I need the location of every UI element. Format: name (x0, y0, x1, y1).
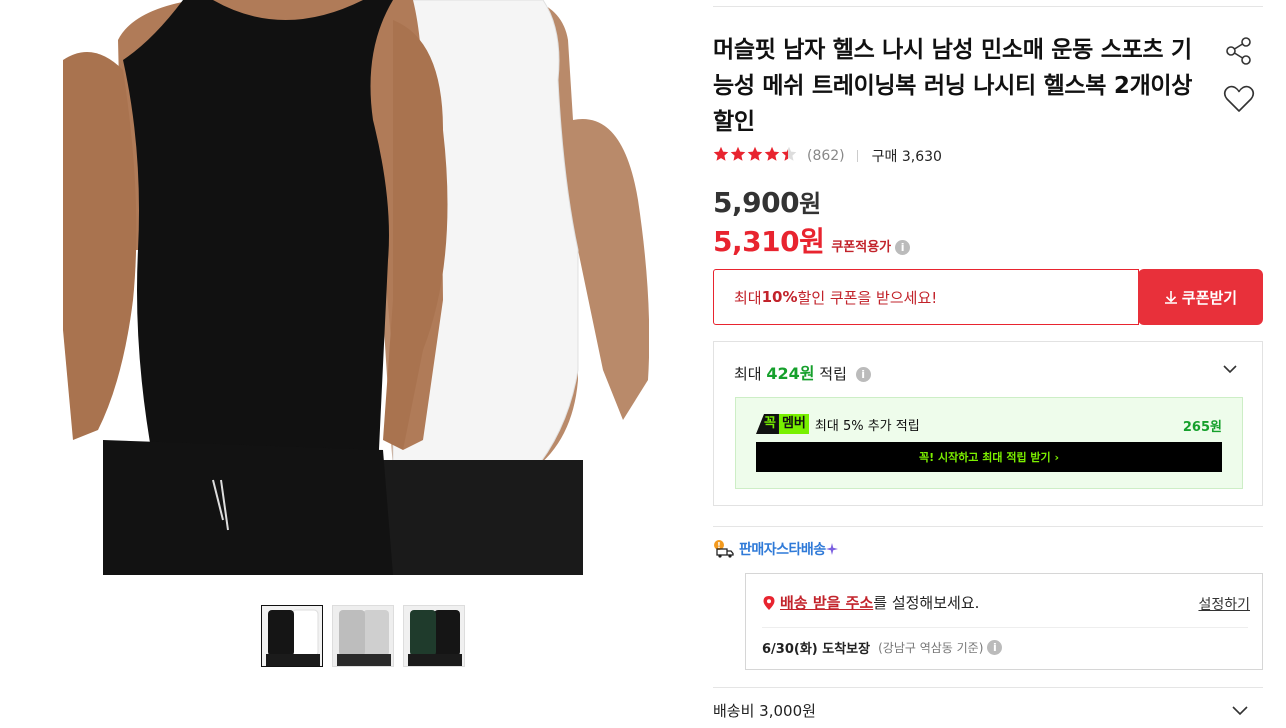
wishlist-button[interactable] (1222, 82, 1256, 116)
divider (713, 6, 1263, 7)
member-badge-part: 멤버 (778, 414, 809, 434)
review-count[interactable]: (862) (807, 148, 845, 164)
delivery-address-box: 배송 받을 주소 를 설정해보세요. 설정하기 6/30(화) 도착보장 (강남… (745, 573, 1263, 670)
purchase-count: 구매 3,630 (871, 149, 942, 165)
coupon-prefix: 최대 (734, 288, 762, 307)
arrival-date: 6/30(화) 도착보장 (762, 642, 871, 657)
sparkle-icon (825, 543, 838, 555)
coupon-banner: 최대 10% 할인 쿠폰을 받으세요! (713, 269, 1139, 325)
coupon-button-label: 쿠폰받기 (1181, 288, 1238, 307)
member-signup-button[interactable]: 꼭! 시작하고 최대 적립 받기 › (756, 442, 1222, 472)
arrival-guarantee: 6/30(화) 도착보장 (강남구 역삼동 기준) i (762, 638, 1003, 657)
product-main-image[interactable] (63, 0, 649, 575)
location-pin-icon (763, 595, 775, 610)
product-title: 머슬핏 남자 헬스 나시 남성 민소매 운동 스포츠 기능성 메쉬 트레이닝복 … (713, 37, 1193, 135)
thumbnail-image (333, 606, 393, 666)
thumbnail-2[interactable] (332, 605, 394, 667)
divider (762, 627, 1248, 628)
address-prompt: 배송 받을 주소 를 설정해보세요. (762, 592, 979, 613)
share-icon (1226, 37, 1251, 65)
product-photo (63, 0, 649, 575)
star-rating-icon (713, 146, 797, 161)
coupon-price: 5,310원 (713, 225, 825, 258)
thumbnail-strip (261, 605, 465, 667)
info-icon[interactable]: i (895, 240, 911, 255)
shipping-fee-expand-button[interactable] (1229, 700, 1251, 722)
points-panel: 최대 424원 적립 i 꼭 멤버 최대 5% 추가 적립 265원 꼭! 시작하… (713, 341, 1263, 506)
seller-star-delivery: ! 판매자스타배송 (713, 539, 838, 559)
download-arrow-icon (1164, 291, 1177, 304)
address-set-button[interactable]: 설정하기 (1198, 594, 1250, 614)
info-icon[interactable]: i (855, 367, 871, 382)
product-info-panel: 머슬핏 남자 헬스 나시 남성 민소매 운동 스포츠 기능성 메쉬 트레이닝복 … (713, 0, 1263, 728)
points-prefix: 최대 (734, 365, 767, 383)
price-amount: 5,900 (713, 186, 800, 219)
member-benefit-box: 꼭 멤버 최대 5% 추가 적립 265원 꼭! 시작하고 최대 적립 받기 › (735, 397, 1243, 489)
member-badge-part: 꼭 (756, 414, 779, 434)
rating-row: (862) 구매 3,630 (713, 146, 942, 166)
member-benefit-amount: 265원 (1182, 420, 1222, 435)
coupon-download-button[interactable]: 쿠폰받기 (1138, 269, 1263, 325)
divider (713, 687, 1263, 688)
divider (856, 150, 858, 162)
address-link[interactable]: 배송 받을 주소 (780, 592, 873, 613)
points-suffix: 적립 (814, 365, 847, 383)
coupon-suffix: 할인 쿠폰을 받으세요! (797, 288, 938, 307)
chevron-down-icon (1223, 365, 1237, 374)
member-badge: 꼭 멤버 (756, 414, 809, 434)
rating-stars[interactable] (713, 146, 801, 166)
thumbnail-1[interactable] (261, 605, 323, 667)
thumbnail-image (404, 606, 464, 666)
info-icon[interactable]: i (987, 640, 1003, 655)
price-unit: 원 (799, 190, 821, 218)
coupon-price-label: 쿠폰적용가 (831, 240, 892, 255)
thumbnail-image (262, 606, 322, 666)
delivery-truck-icon: ! (714, 540, 734, 558)
member-benefit-text: 최대 5% 추가 적립 (814, 418, 920, 434)
member-benefit-row: 꼭 멤버 최대 5% 추가 적립 (756, 414, 920, 434)
original-price: 5,900원 (713, 184, 821, 219)
shipping-fee: 배송비 3,000원 (713, 702, 816, 720)
heart-icon (1223, 85, 1255, 112)
thumbnail-3[interactable] (403, 605, 465, 667)
points-summary: 최대 424원 적립 i (734, 360, 871, 384)
arrival-location: (강남구 역삼동 기준) (878, 641, 984, 655)
seller-star-label: 판매자스타배송 (739, 542, 826, 558)
points-amount: 424원 (766, 364, 815, 383)
chevron-down-icon (1232, 706, 1248, 716)
coupon-price-row: 5,310원 쿠폰적용가 i (713, 220, 911, 260)
coupon-rate: 10% (761, 288, 798, 306)
divider (713, 526, 1263, 527)
address-prompt-text: 를 설정해보세요. (873, 594, 980, 612)
share-button[interactable] (1222, 34, 1256, 68)
points-expand-button[interactable] (1220, 359, 1240, 379)
